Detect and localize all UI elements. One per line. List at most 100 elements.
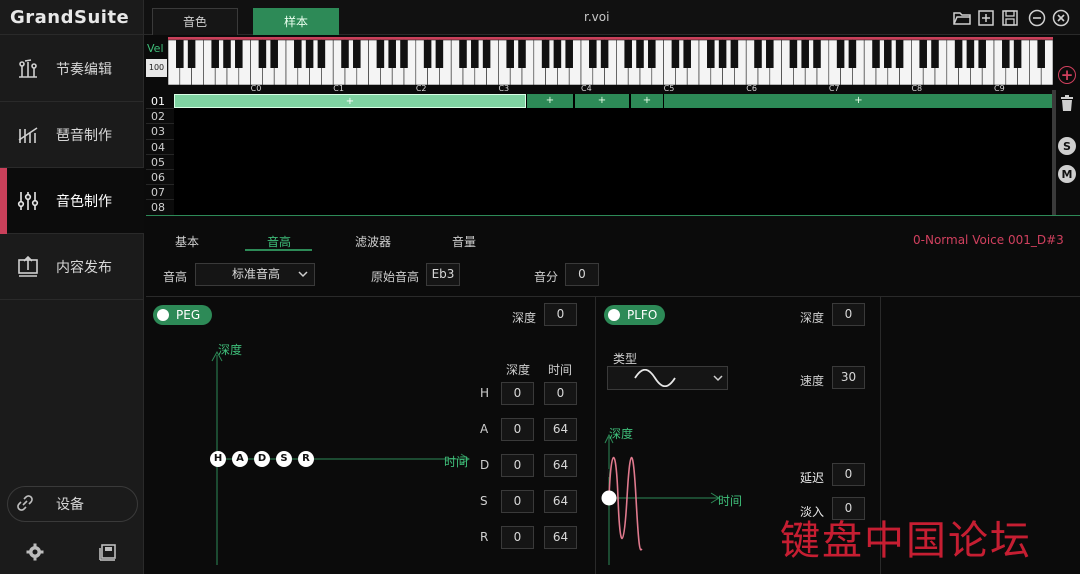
plfo-wave-select[interactable]	[607, 366, 728, 390]
peg-point-d[interactable]: D	[254, 451, 270, 467]
zone-row-label[interactable]: 06	[146, 170, 174, 186]
peg-time-h[interactable]: 0	[544, 382, 577, 405]
black-key[interactable]	[176, 40, 184, 68]
save-icon[interactable]	[1000, 8, 1020, 28]
tab-timbre[interactable]: 音色	[152, 8, 238, 35]
plfo-wave-graph[interactable]	[600, 425, 780, 570]
pitch-select[interactable]: 标准音高	[195, 263, 315, 286]
black-key[interactable]	[506, 40, 514, 68]
black-key[interactable]	[1013, 40, 1022, 68]
zone-row-label[interactable]: 07	[146, 185, 174, 201]
velocity-value[interactable]: 100	[146, 59, 167, 77]
peg-depth-d[interactable]: 0	[501, 454, 534, 477]
peg-time-s[interactable]: 64	[544, 490, 577, 513]
black-key[interactable]	[482, 40, 491, 68]
black-key[interactable]	[801, 40, 809, 68]
black-key[interactable]	[435, 40, 444, 68]
black-key[interactable]	[518, 40, 526, 68]
black-key[interactable]	[636, 40, 644, 68]
zone-row-label[interactable]: 04	[146, 140, 174, 155]
black-key[interactable]	[235, 40, 243, 68]
black-key[interactable]	[730, 40, 739, 68]
black-key[interactable]	[459, 40, 467, 68]
library-icon[interactable]	[98, 542, 118, 565]
zone-block[interactable]: +	[174, 94, 526, 108]
black-key[interactable]	[258, 40, 267, 68]
gear-icon[interactable]	[25, 542, 45, 565]
plfo-speed-field[interactable]: 30	[832, 366, 865, 389]
black-key[interactable]	[648, 40, 656, 68]
zone-block[interactable]: +	[575, 94, 629, 108]
black-key[interactable]	[353, 40, 361, 68]
peg-point-h[interactable]: H	[210, 451, 226, 467]
peg-point-r[interactable]: R	[298, 451, 314, 467]
black-key[interactable]	[754, 40, 762, 68]
black-key[interactable]	[671, 40, 680, 68]
peg-toggle[interactable]: PEG	[153, 305, 212, 325]
zone-scrollbar[interactable]	[1052, 90, 1056, 215]
zone-row-label[interactable]: 03	[146, 124, 174, 140]
black-key[interactable]	[565, 40, 573, 68]
black-key[interactable]	[294, 40, 302, 68]
black-key[interactable]	[388, 40, 396, 68]
peg-point-a[interactable]: A	[232, 451, 248, 467]
peg-time-r[interactable]: 64	[544, 526, 577, 549]
black-key[interactable]	[848, 40, 857, 68]
sidebar-item-publish[interactable]: 内容发布	[0, 234, 144, 300]
plfo-delay-field[interactable]: 0	[832, 463, 865, 486]
sidebar-item-arpeggio[interactable]: 琶音制作	[0, 102, 144, 168]
black-key[interactable]	[895, 40, 904, 68]
zone-block[interactable]: +	[664, 94, 1053, 108]
tab-volume[interactable]: 音量	[452, 233, 476, 250]
black-key[interactable]	[1002, 40, 1010, 68]
plfo-depth-field[interactable]: 0	[832, 303, 865, 326]
black-key[interactable]	[376, 40, 385, 68]
black-key[interactable]	[707, 40, 715, 68]
peg-envelope-graph[interactable]	[150, 335, 480, 570]
minimize-icon[interactable]	[1027, 8, 1047, 28]
black-key[interactable]	[589, 40, 597, 68]
open-folder-icon[interactable]	[952, 8, 972, 28]
black-key[interactable]	[978, 40, 986, 68]
device-button[interactable]: 设备	[7, 486, 138, 522]
black-key[interactable]	[187, 40, 196, 68]
black-key[interactable]	[341, 40, 349, 68]
peg-point-s[interactable]: S	[276, 451, 292, 467]
black-key[interactable]	[931, 40, 939, 68]
black-key[interactable]	[789, 40, 798, 68]
black-key[interactable]	[919, 40, 927, 68]
zone-row-label[interactable]: 01	[146, 94, 174, 110]
zone-row-label[interactable]: 05	[146, 155, 174, 170]
zone-row-label[interactable]: 02	[146, 109, 174, 125]
black-key[interactable]	[766, 40, 774, 68]
black-key[interactable]	[624, 40, 632, 68]
plfo-marker[interactable]: I	[606, 467, 610, 480]
mute-button[interactable]: M	[1058, 165, 1076, 183]
peg-depth-s[interactable]: 0	[501, 490, 534, 513]
black-key[interactable]	[471, 40, 479, 68]
black-key[interactable]	[813, 40, 821, 68]
sidebar-item-rhythm[interactable]: 节奏编辑	[0, 36, 144, 102]
black-key[interactable]	[305, 40, 314, 68]
black-key[interactable]	[1037, 40, 1045, 68]
zone-block[interactable]: +	[631, 94, 663, 108]
close-icon[interactable]	[1051, 8, 1071, 28]
black-key[interactable]	[600, 40, 609, 68]
tab-pitch[interactable]: 音高	[267, 233, 291, 250]
black-key[interactable]	[836, 40, 845, 68]
tab-filter[interactable]: 滤波器	[355, 233, 391, 250]
plfo-toggle[interactable]: PLFO	[604, 305, 665, 325]
sidebar-item-timbre[interactable]: 音色制作	[0, 168, 144, 234]
piano-keyboard[interactable]	[168, 37, 1053, 85]
black-key[interactable]	[400, 40, 408, 68]
black-key[interactable]	[541, 40, 550, 68]
new-file-icon[interactable]	[976, 8, 996, 28]
peg-depth-h[interactable]: 0	[501, 382, 534, 405]
zone-grid[interactable]: + + + + +	[174, 94, 1053, 215]
tab-sample[interactable]: 样本	[253, 8, 339, 35]
add-zone-button[interactable]: +	[1058, 66, 1076, 84]
peg-depth-r[interactable]: 0	[501, 526, 534, 549]
black-key[interactable]	[718, 40, 727, 68]
peg-time-a[interactable]: 64	[544, 418, 577, 441]
black-key[interactable]	[884, 40, 892, 68]
